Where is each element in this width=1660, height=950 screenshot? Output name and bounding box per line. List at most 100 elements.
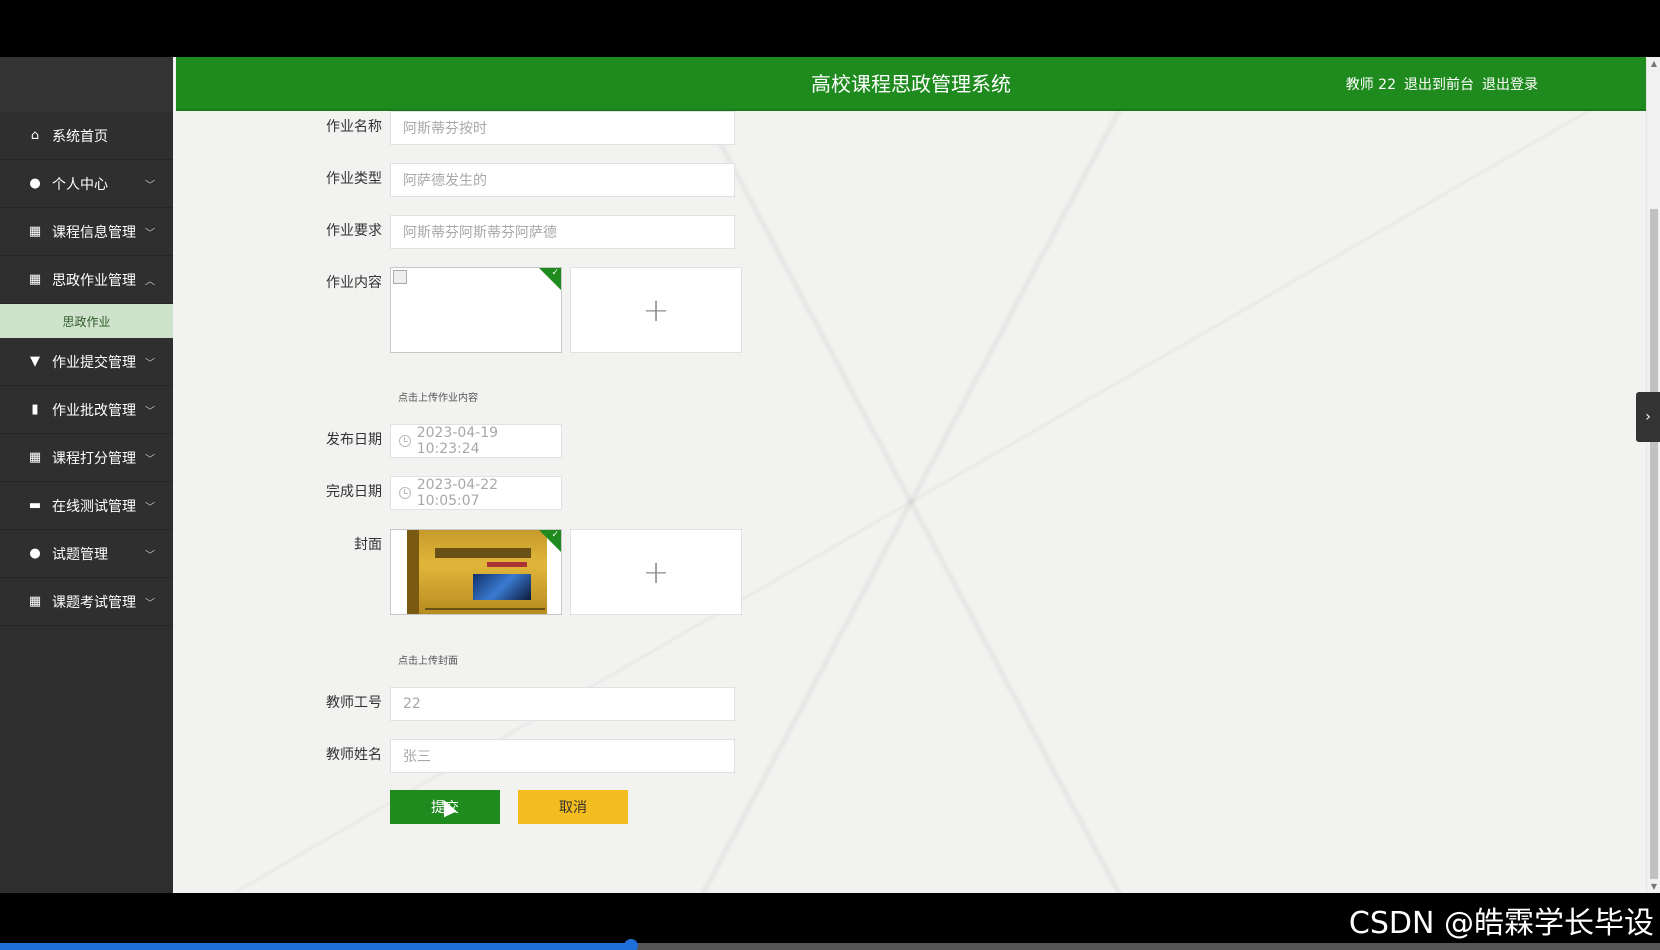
sidebar-item-label: 作业提交管理 <box>52 354 136 371</box>
content-uploaded-file[interactable]: ✓ <box>390 267 562 353</box>
chevron-down-icon: ﹀ <box>145 228 155 239</box>
book-cover-image <box>407 530 547 614</box>
scrollbar-thumb[interactable] <box>1650 209 1658 879</box>
content-upload-button[interactable]: + <box>570 267 742 353</box>
check-icon: ✓ <box>551 268 559 278</box>
sidebar-item-grading[interactable]: ▮ 作业批改管理 ﹀ <box>0 386 173 434</box>
sidebar-item-label: 在线测试管理 <box>52 498 136 515</box>
field-label: 作业内容 <box>326 275 382 291</box>
cover-upload-hint: 点击上传封面 <box>398 656 458 667</box>
sidebar-item-exam[interactable]: ▦ 课题考试管理 ﹀ <box>0 578 173 626</box>
submenu-item-homework[interactable]: 思政作业 <box>0 304 173 338</box>
book-icon: ▮ <box>31 402 39 417</box>
publish-date-picker[interactable]: 2023-04-19 10:23:24 <box>390 424 562 458</box>
finish-date-value: 2023-04-22 10:05:07 <box>416 477 499 509</box>
page-scrollbar[interactable]: ▲ ▼ <box>1646 57 1660 893</box>
homework-type-input[interactable] <box>390 163 735 197</box>
top-header: 高校课程思政管理系统 教师 22 退出到前台 退出登录 <box>176 57 1646 111</box>
field-label: 发布日期 <box>326 432 382 448</box>
home-icon: ⌂ <box>30 128 40 143</box>
briefcase-icon: ▬ <box>28 498 42 513</box>
sidebar-item-course-info[interactable]: ▦ 课程信息管理 ﹀ <box>0 208 173 256</box>
sidebar-item-scoring[interactable]: ▦ 课程打分管理 ﹀ <box>0 434 173 482</box>
field-label: 作业要求 <box>326 223 382 239</box>
sidebar-item-submission[interactable]: ▼ 作业提交管理 ﹀ <box>0 338 173 386</box>
form-row-requirement: 作业要求 <box>176 215 735 249</box>
teacher-name-input[interactable] <box>390 739 735 773</box>
plus-icon: + <box>642 291 670 329</box>
form-row-cover: 封面 ✓ + <box>176 529 742 615</box>
sidebar-logo <box>0 57 173 112</box>
video-progress-fill <box>0 943 631 950</box>
sidebar-item-label: 试题管理 <box>52 546 108 563</box>
sidebar-item-label: 作业批改管理 <box>52 402 136 419</box>
form-row-name: 作业名称 <box>176 111 735 145</box>
scroll-down-arrow-icon[interactable]: ▼ <box>1650 882 1658 891</box>
sidebar-item-label: 课程打分管理 <box>52 450 136 467</box>
check-icon: ✓ <box>551 530 559 540</box>
user-icon: ● <box>29 546 41 561</box>
submenu-item-label: 思政作业 <box>62 314 111 329</box>
form-row-teacher-name: 教师姓名 <box>176 739 735 773</box>
sidebar-item-questions[interactable]: ● 试题管理 ﹀ <box>0 530 173 578</box>
form-row-publish-date: 发布日期 2023-04-19 10:23:24 <box>176 424 562 458</box>
video-progress-knob[interactable] <box>623 939 638 950</box>
field-label: 封面 <box>354 537 382 553</box>
user-icon: ● <box>29 176 41 191</box>
teacher-id-input[interactable] <box>390 687 735 721</box>
sidebar-item-label: 系统首页 <box>52 128 108 145</box>
plus-icon: + <box>642 553 670 591</box>
field-label: 教师工号 <box>326 695 382 711</box>
cover-uploaded-image[interactable]: ✓ <box>390 529 562 615</box>
chevron-down-icon: ﹀ <box>145 406 155 417</box>
field-label: 完成日期 <box>326 484 382 500</box>
grid-icon: ▦ <box>28 224 42 239</box>
sidebar: ⌂ 系统首页 ● 个人中心 ﹀ ▦ 课程信息管理 ﹀ ▦ 思政作业管理 ︿ 思政… <box>0 57 173 893</box>
content-upload-hint: 点击上传作业内容 <box>398 393 478 404</box>
sidebar-item-label: 课题考试管理 <box>52 594 136 611</box>
logout-link[interactable]: 退出登录 <box>1482 74 1538 94</box>
grid-icon: ▦ <box>28 450 42 465</box>
current-user: 教师 22 <box>1345 77 1396 93</box>
grid-icon: ▦ <box>28 272 42 287</box>
sidebar-item-label: 课程信息管理 <box>52 224 136 241</box>
field-label: 教师姓名 <box>326 747 382 763</box>
chevron-up-icon: ︿ <box>145 276 155 287</box>
pin-icon: ▼ <box>30 354 40 369</box>
clock-icon <box>399 487 411 499</box>
sidebar-item-online-test[interactable]: ▬ 在线测试管理 ﹀ <box>0 482 173 530</box>
broken-image-icon <box>393 270 407 284</box>
cancel-button[interactable]: 取消 <box>518 790 628 824</box>
chevron-down-icon: ﹀ <box>145 550 155 561</box>
finish-date-picker[interactable]: 2023-04-22 10:05:07 <box>390 476 562 510</box>
homework-requirement-input[interactable] <box>390 215 735 249</box>
header-user-area: 教师 22 退出到前台 退出登录 <box>1346 57 1538 111</box>
sidebar-item-home[interactable]: ⌂ 系统首页 <box>0 112 173 160</box>
exit-to-front-link[interactable]: 退出到前台 <box>1404 74 1474 94</box>
sidebar-item-label: 个人中心 <box>52 176 108 193</box>
sidebar-item-personal-center[interactable]: ● 个人中心 ﹀ <box>0 160 173 208</box>
form-row-teacher-id: 教师工号 <box>176 687 735 721</box>
side-panel-toggle[interactable]: › <box>1636 392 1660 442</box>
homework-name-input[interactable] <box>390 111 735 145</box>
watermark: CSDN @皓霖学长毕设 <box>1348 906 1654 941</box>
chevron-down-icon: ﹀ <box>145 180 155 191</box>
field-label: 作业名称 <box>326 119 382 135</box>
screen: ⌂ 系统首页 ● 个人中心 ﹀ ▦ 课程信息管理 ﹀ ▦ 思政作业管理 ︿ 思政… <box>0 0 1660 950</box>
chevron-down-icon: ﹀ <box>145 454 155 465</box>
form-row-finish-date: 完成日期 2023-04-22 10:05:07 <box>176 476 562 510</box>
form-actions: 提交 取消 <box>176 790 628 824</box>
chevron-right-icon: › <box>1645 409 1651 425</box>
sidebar-item-homework[interactable]: ▦ 思政作业管理 ︿ <box>0 256 173 304</box>
form-row-type: 作业类型 <box>176 163 735 197</box>
field-label: 作业类型 <box>326 171 382 187</box>
publish-date-value: 2023-04-19 10:23:24 <box>416 425 499 457</box>
cover-upload-button[interactable]: + <box>570 529 742 615</box>
chevron-down-icon: ﹀ <box>145 358 155 369</box>
chevron-down-icon: ﹀ <box>145 502 155 513</box>
clock-icon <box>399 435 411 447</box>
video-progress-bar[interactable] <box>0 939 1660 950</box>
scroll-up-arrow-icon[interactable]: ▲ <box>1650 59 1658 68</box>
grid-icon: ▦ <box>28 594 42 609</box>
sidebar-item-label: 思政作业管理 <box>52 272 136 289</box>
